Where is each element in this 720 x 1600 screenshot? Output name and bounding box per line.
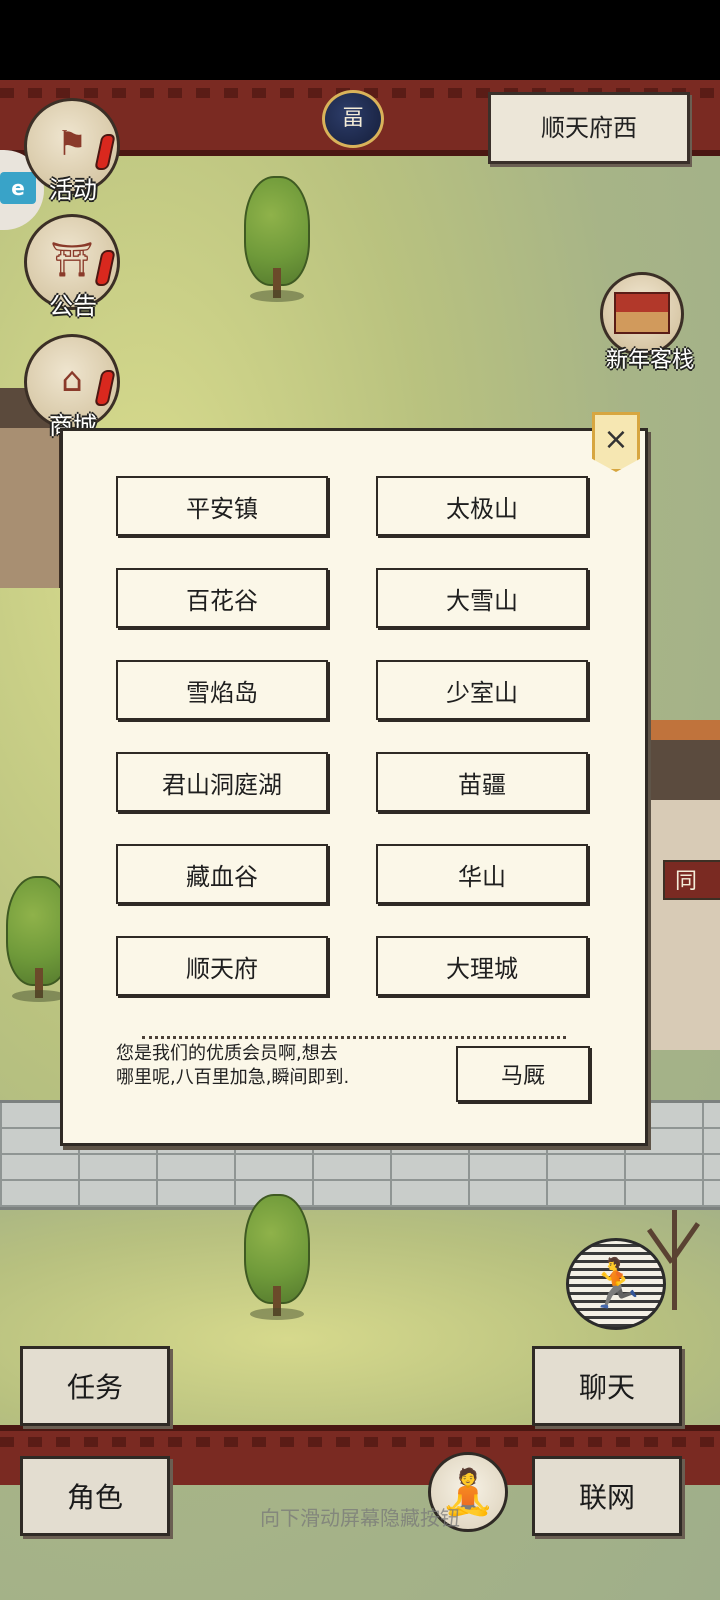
activity-label: 活动	[49, 176, 97, 204]
flag-icon: ⚑	[56, 124, 88, 164]
notice-label: 公告	[49, 292, 97, 320]
swipe-hint: 向下滑动屏幕隐藏按钮	[260, 1506, 460, 1530]
destination-button[interactable]: 大理城	[376, 936, 588, 996]
role-button[interactable]: 角色	[20, 1456, 170, 1536]
chat-button[interactable]: 聊天	[532, 1346, 682, 1426]
run-button[interactable]: 🏃	[566, 1238, 666, 1330]
message-line: 您是我们的优质会员啊,想去	[116, 1043, 338, 1064]
running-figure-icon: 🏃	[586, 1256, 646, 1312]
notice-board-icon: ⛩	[50, 240, 94, 280]
destination-button[interactable]: 藏血谷	[116, 844, 328, 904]
location-label: 顺天府西	[541, 114, 637, 142]
destination-button[interactable]: 少室山	[376, 660, 588, 720]
house-sign: 同	[663, 860, 720, 900]
message-line: 哪里呢,八百里加急,瞬间即到.	[116, 1067, 350, 1088]
destination-button[interactable]: 苗疆	[376, 752, 588, 812]
destination-button[interactable]: 太极山	[376, 476, 588, 536]
tree-icon	[244, 1194, 310, 1324]
destination-button[interactable]: 华山	[376, 844, 588, 904]
day-night-moon-icon[interactable]: 畐	[322, 90, 384, 148]
destination-button[interactable]: 君山洞庭湖	[116, 752, 328, 812]
notice-button[interactable]: ⛩ 公告	[0, 214, 120, 324]
inn-label: 新年客栈	[605, 348, 694, 373]
activity-button[interactable]: ⚑ 活动	[0, 98, 120, 208]
destination-button[interactable]: 平安镇	[116, 476, 328, 536]
shop-icon: ⌂	[61, 360, 83, 400]
task-button[interactable]: 任务	[20, 1346, 170, 1426]
new-year-inn-button[interactable]: 新年客栈	[596, 272, 706, 382]
destination-button[interactable]: 大雪山	[376, 568, 588, 628]
member-message: 您是我们的优质会员啊,想去 哪里呢,八百里加急,瞬间即到.	[116, 1042, 436, 1090]
moon-glyph: 畐	[341, 106, 364, 131]
tree-icon	[244, 176, 310, 306]
destination-button[interactable]: 雪焰岛	[116, 660, 328, 720]
house-right: 同	[648, 720, 720, 1050]
location-title[interactable]: 顺天府西	[488, 92, 690, 164]
destination-button[interactable]: 百花谷	[116, 568, 328, 628]
destination-button[interactable]: 顺天府	[116, 936, 328, 996]
close-icon: ×	[603, 422, 629, 457]
inn-icon	[614, 292, 670, 334]
stable-button[interactable]: 马厩	[456, 1046, 590, 1102]
divider	[142, 1036, 566, 1039]
